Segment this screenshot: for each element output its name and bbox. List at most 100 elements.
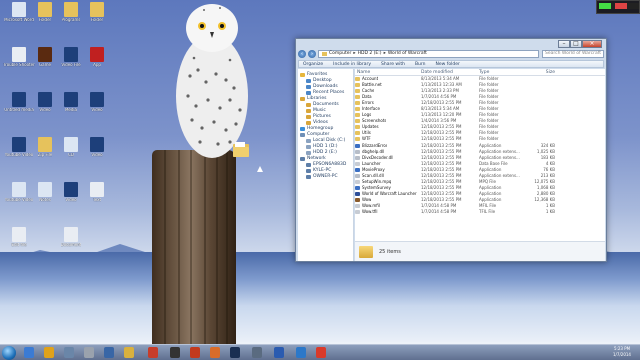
shortcut-icon bbox=[12, 227, 26, 242]
desktop-shortcut[interactable]: App bbox=[80, 47, 114, 77]
folder-icon bbox=[355, 113, 360, 118]
music-icon bbox=[306, 109, 311, 113]
shortcut-icon bbox=[12, 47, 26, 62]
download-icon bbox=[306, 85, 311, 89]
outlook-icon[interactable] bbox=[296, 347, 306, 358]
file-icon bbox=[355, 161, 360, 166]
close-button[interactable]: × bbox=[582, 40, 602, 48]
file-icon bbox=[355, 210, 360, 215]
desktop-shortcut[interactable]: Video bbox=[80, 92, 114, 122]
search-input[interactable]: Search World of Warcraft bbox=[542, 50, 604, 58]
forward-button[interactable]: › bbox=[308, 50, 316, 58]
breadcrumb-drive[interactable]: HDD 2 (E:) bbox=[358, 51, 382, 57]
file-icon bbox=[355, 197, 360, 202]
photoshop-icon[interactable] bbox=[230, 347, 240, 358]
minimize-button[interactable]: – bbox=[558, 40, 570, 48]
app-icon[interactable] bbox=[64, 347, 74, 358]
desktop-shortcut[interactable]: Edit file bbox=[2, 227, 36, 257]
shortcut-icon bbox=[90, 2, 104, 17]
folder-icon bbox=[355, 137, 360, 142]
explorer-icon[interactable] bbox=[124, 347, 134, 358]
shortcut-icon bbox=[64, 227, 78, 242]
file-icon bbox=[355, 191, 360, 196]
maximize-button[interactable]: □ bbox=[570, 40, 582, 48]
share-with-button[interactable]: Share with bbox=[381, 62, 405, 67]
folder-icon bbox=[322, 52, 327, 56]
new-folder-button[interactable]: New folder bbox=[436, 62, 460, 67]
file-icon bbox=[355, 143, 360, 148]
shortcut-label: Video File bbox=[61, 63, 81, 67]
desktop-shortcut[interactable]: Video bbox=[80, 137, 114, 167]
shortcut-label: Programs bbox=[61, 18, 81, 22]
file-icon bbox=[355, 173, 360, 178]
file-icon bbox=[355, 167, 360, 172]
file-icon bbox=[355, 179, 360, 184]
address-bar[interactable]: Computer ▸ HDD 2 (E:) ▸ World of Warcraf… bbox=[318, 50, 539, 58]
shortcut-label: Edit file bbox=[11, 243, 27, 247]
app-icon[interactable] bbox=[190, 347, 200, 358]
burn-button[interactable]: Burn bbox=[415, 62, 426, 67]
desktop-shortcut[interactable]: Text bbox=[80, 182, 114, 212]
drive-icon bbox=[306, 145, 311, 149]
recent-icon bbox=[306, 91, 311, 95]
organize-button[interactable]: Organize bbox=[303, 62, 323, 67]
shortcut-label: Media bbox=[64, 108, 77, 112]
explorer-window[interactable]: – □ × ‹ › Computer ▸ HDD 2 (E:) ▸ World … bbox=[295, 38, 607, 262]
app-icon[interactable] bbox=[148, 347, 158, 358]
app-icon[interactable] bbox=[252, 347, 262, 358]
shortcut-icon bbox=[38, 137, 52, 152]
column-name[interactable]: Name bbox=[355, 69, 421, 75]
folder-icon bbox=[355, 89, 360, 94]
desktop-icon bbox=[306, 79, 311, 83]
shortcut-label: App bbox=[93, 63, 101, 67]
file-list: Name Date modified Type Size Account 8/13… bbox=[355, 69, 605, 261]
include-in-library-button[interactable]: Include in library bbox=[333, 62, 371, 67]
ie-icon[interactable] bbox=[24, 347, 34, 358]
back-button[interactable]: ‹ bbox=[298, 50, 306, 58]
app-icon[interactable] bbox=[316, 347, 326, 358]
shortcut-icon bbox=[64, 2, 78, 17]
shortcut-label: Video bbox=[91, 153, 103, 157]
clock-date: 1/7/2014 bbox=[613, 352, 631, 357]
library-icon bbox=[300, 97, 305, 101]
file-row[interactable]: Wow.tfil 1/7/2014 4:58 PM TFIL File 1 KB bbox=[355, 209, 605, 215]
file-size: 1 KB bbox=[545, 209, 555, 215]
nav-item[interactable]: OWNER-PC bbox=[298, 174, 353, 180]
folder-icon bbox=[355, 119, 360, 124]
folder-icon bbox=[359, 245, 373, 258]
dragged-folder-icon bbox=[233, 142, 249, 157]
column-size[interactable]: Size bbox=[531, 69, 555, 75]
item-count: 25 items bbox=[379, 248, 401, 255]
column-type[interactable]: Type bbox=[479, 69, 531, 75]
breadcrumb-folder[interactable]: World of Warcraft bbox=[388, 51, 427, 57]
system-clock[interactable]: 5:23 PM 1/7/2014 bbox=[608, 346, 636, 358]
breadcrumb-computer[interactable]: Computer bbox=[329, 51, 351, 57]
file-icon bbox=[355, 149, 360, 154]
app-icon[interactable] bbox=[170, 347, 180, 358]
device-icon bbox=[306, 163, 311, 167]
column-date[interactable]: Date modified bbox=[421, 69, 479, 75]
folder-icon bbox=[355, 125, 360, 130]
pictures-icon bbox=[306, 115, 311, 119]
shortcut-label: Folder bbox=[90, 18, 104, 22]
desktop-shortcut[interactable]: Document bbox=[54, 227, 88, 257]
drive-icon bbox=[306, 151, 311, 155]
shortcut-icon bbox=[38, 92, 52, 107]
folder-icon bbox=[355, 107, 360, 112]
media-player-icon[interactable] bbox=[104, 347, 114, 358]
word-icon[interactable] bbox=[274, 347, 284, 358]
breadcrumb-separator-icon: ▸ bbox=[353, 51, 356, 56]
mouse-cursor bbox=[257, 166, 263, 172]
shortcut-label: Video bbox=[39, 108, 51, 112]
breadcrumb-separator-icon: ▸ bbox=[383, 51, 386, 56]
file-type: TFIL File bbox=[479, 209, 496, 215]
desktop-shortcut[interactable]: Folder bbox=[80, 2, 114, 32]
chrome-icon[interactable] bbox=[44, 347, 54, 358]
start-button[interactable] bbox=[2, 346, 16, 360]
app-icon[interactable] bbox=[210, 347, 220, 358]
app-icon[interactable] bbox=[84, 347, 94, 358]
file-name-cell: Wow.tfil bbox=[355, 209, 421, 215]
shortcut-icon bbox=[64, 137, 78, 152]
shortcut-icon bbox=[64, 92, 78, 107]
folder-icon bbox=[355, 101, 360, 106]
